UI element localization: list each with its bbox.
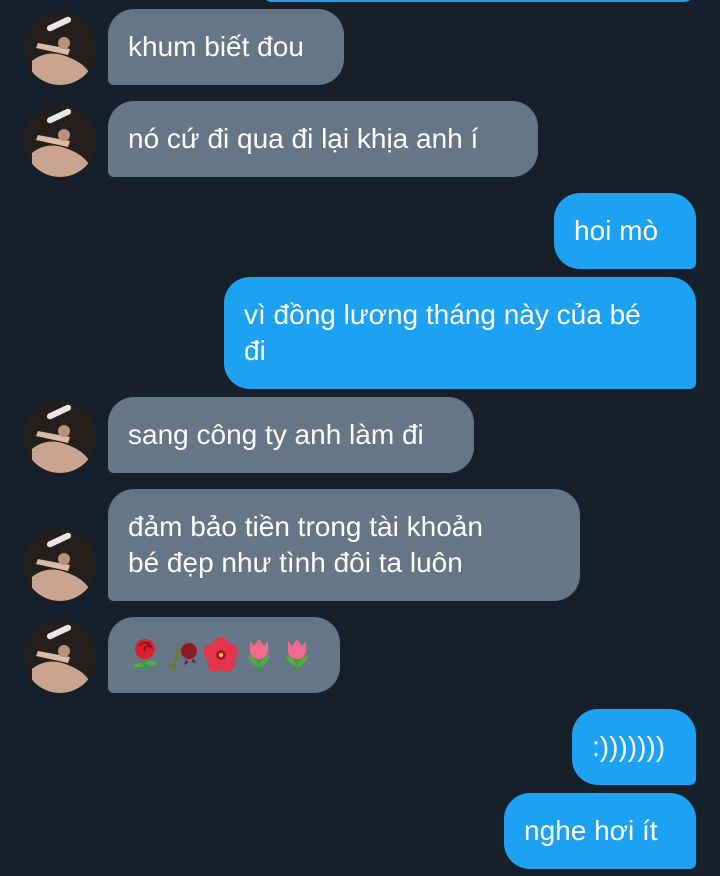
tulip-icon [242, 601, 276, 709]
previous-message-bubble[interactable] [262, 0, 694, 2]
incoming-message[interactable]: sang công ty anh làm đi [108, 397, 474, 473]
incoming-message[interactable]: khum biết đou [108, 9, 344, 85]
avatar[interactable] [24, 105, 96, 177]
incoming-message[interactable]: đảm bảo tiền trong tài khoản bé đẹp như … [108, 489, 580, 601]
incoming-message[interactable] [108, 617, 340, 693]
avatar[interactable] [24, 13, 96, 85]
avatar[interactable] [24, 401, 96, 473]
hibiscus-icon [204, 601, 238, 709]
outgoing-message[interactable]: :))))))) [572, 709, 696, 785]
outgoing-message[interactable]: vì đồng lương tháng này của bé đi [224, 277, 696, 389]
avatar[interactable] [24, 529, 96, 601]
outgoing-message[interactable]: hoi mò [554, 193, 696, 269]
incoming-message[interactable]: nó cứ đi qua đi lại khịa anh í [108, 101, 538, 177]
rose-icon [128, 601, 162, 709]
avatar[interactable] [24, 621, 96, 693]
wilted-flower-icon [166, 601, 200, 709]
emoji-row [128, 601, 314, 709]
tulip-icon [280, 601, 314, 709]
outgoing-message[interactable]: nghe hơi ít [504, 793, 696, 869]
